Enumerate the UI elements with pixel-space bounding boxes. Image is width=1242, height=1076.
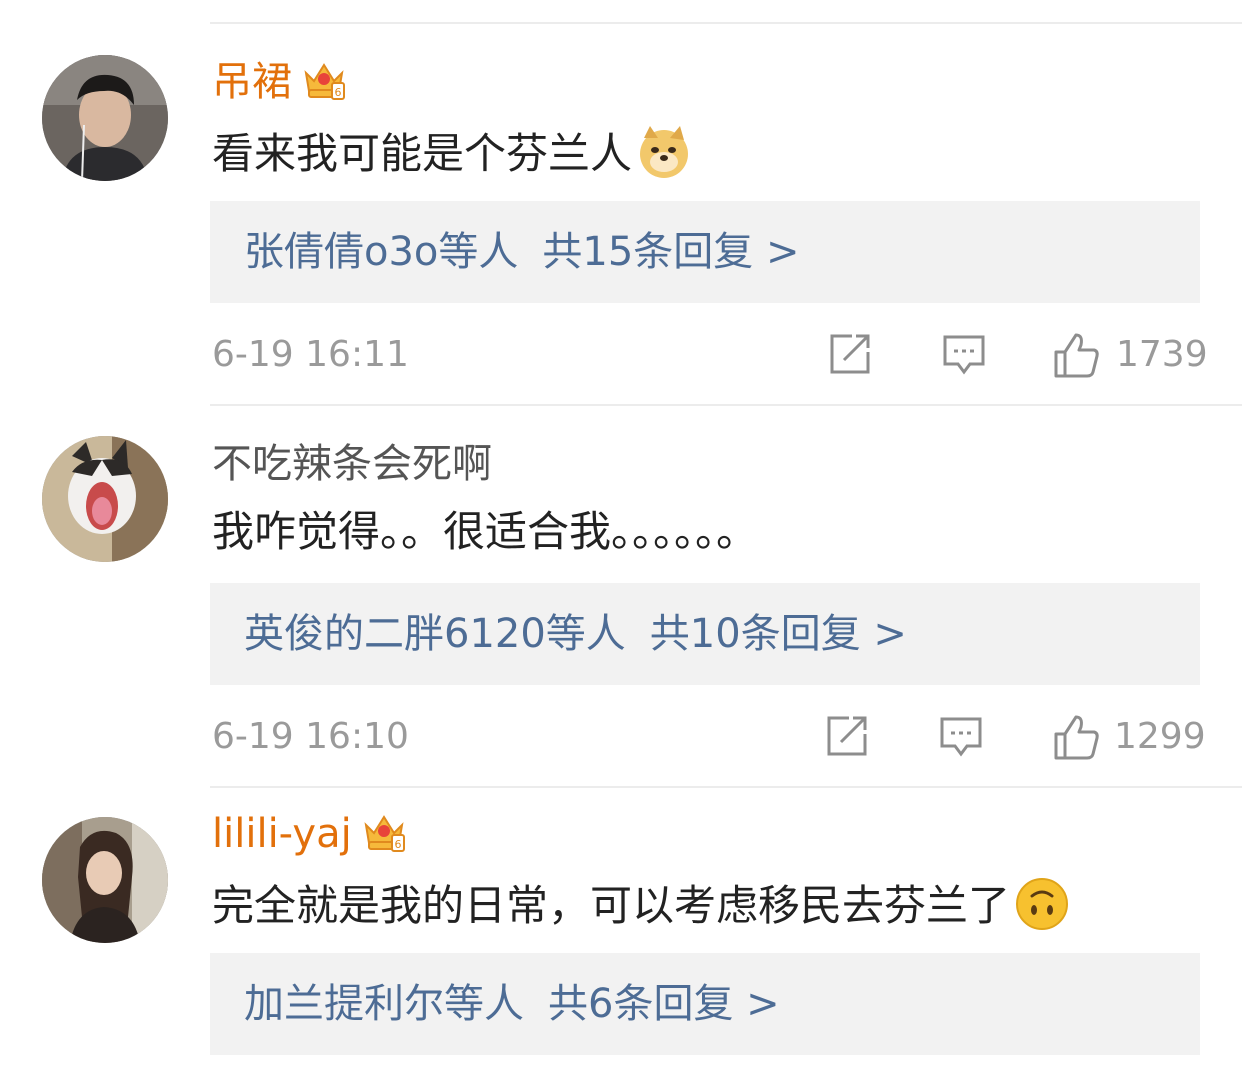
divider	[210, 22, 1242, 24]
reply-preview[interactable]: 加兰提利尔等人 共6条回复 >	[210, 953, 1200, 1055]
comment-meta: 6-19 16:11 1739	[0, 328, 1242, 388]
avatar[interactable]	[42, 436, 168, 562]
reply-names[interactable]: 张倩倩o3o等人	[244, 229, 518, 275]
like-icon[interactable]	[1052, 332, 1100, 378]
comment-meta: 6-19 16:10 1299	[0, 710, 1242, 770]
repost-icon[interactable]	[828, 332, 872, 376]
like-count: 1739	[1116, 334, 1208, 375]
reply-preview[interactable]: 张倩倩o3o等人 共15条回复 >	[210, 201, 1200, 303]
comment-icon[interactable]	[939, 714, 983, 758]
comment-content: 完全就是我的日常，可以考虑移民去芬兰了	[212, 876, 1070, 932]
reply-preview[interactable]: 英俊的二胖6120等人 共10条回复 >	[210, 583, 1200, 685]
crown-vip-icon: 6	[304, 63, 345, 100]
like-count: 1299	[1114, 716, 1206, 757]
reply-count-link[interactable]: 共15条回复 >	[542, 229, 799, 275]
timestamp: 6-19 16:10	[212, 716, 409, 757]
divider	[210, 404, 1242, 406]
like-icon[interactable]	[1052, 714, 1100, 760]
comment-icon[interactable]	[942, 332, 986, 376]
reply-count-link[interactable]: 共6条回复 >	[548, 981, 780, 1027]
reply-count-link[interactable]: 共10条回复 >	[650, 611, 907, 657]
avatar[interactable]	[42, 817, 168, 943]
divider	[210, 786, 1242, 788]
svg-text:6: 6	[394, 838, 401, 851]
svg-text:6: 6	[335, 86, 342, 99]
doge-emoji-icon	[640, 126, 689, 178]
repost-icon[interactable]	[825, 714, 869, 758]
username[interactable]: 不吃辣条会死啊	[212, 440, 492, 488]
comment-content: 看来我可能是个芬兰人	[212, 124, 692, 180]
reply-names[interactable]: 加兰提利尔等人	[244, 981, 524, 1027]
avatar[interactable]	[42, 55, 168, 181]
reply-names[interactable]: 英俊的二胖6120等人	[244, 611, 626, 657]
upside-down-smile-emoji-icon	[1016, 878, 1069, 930]
username[interactable]: 吊裙 6	[212, 58, 346, 106]
comment-content: 我咋觉得。。很适合我。。。。。。	[212, 507, 759, 556]
crown-vip-icon: 6	[364, 815, 405, 852]
username[interactable]: lilili-yaj 6	[212, 810, 406, 858]
timestamp: 6-19 16:11	[212, 334, 409, 375]
